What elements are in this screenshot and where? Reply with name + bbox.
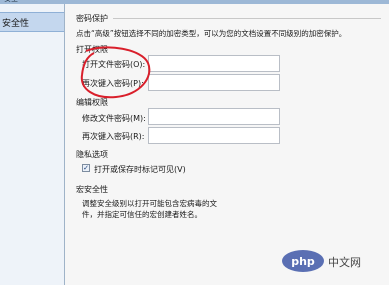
php-watermark: php 中文网 [281,249,375,273]
sidebar-item-security[interactable]: 安全性 [0,12,64,32]
edit-permission-header: 编辑权限 [76,98,108,107]
macro-security-header: 宏安全性 [76,185,108,194]
privacy-options-header: 隐私选项 [76,150,108,159]
watermark-text: 中文网 [328,256,361,269]
reenter-open-password-field[interactable] [148,74,280,91]
macro-security-description-line1: 调整安全级别以打开可能包含宏病毒的文 [82,199,217,208]
modify-password-field[interactable] [148,108,280,125]
reenter-open-password-label: 再次键入密码(P): [82,79,144,88]
open-password-field[interactable] [148,55,280,72]
macro-security-description-line2: 件，并指定可信任的宏创建者姓名。 [82,210,202,219]
mark-visible-checkbox[interactable]: ✓ [82,164,90,172]
modify-password-label: 修改文件密码(M): [82,114,146,123]
open-password-label: 打开文件密码(O): [82,60,146,69]
reenter-modify-password-field[interactable] [148,127,280,144]
checkmark-icon: ✓ [83,164,89,172]
php-logo-icon: php [282,250,324,272]
open-permission-header: 打开权限 [76,45,108,54]
settings-sidebar: 安全性 [0,4,65,285]
svg-text:php: php [291,255,315,268]
reenter-modify-password-label: 再次键入密码(R): [82,132,145,141]
sidebar-item-label: 安全性 [2,19,30,29]
mark-visible-label: 打开或保存时标记可见(V) [94,165,186,174]
section-divider [113,18,381,19]
password-protection-description: 点击“高级”按钮选择不同的加密类型，可以为您的文档设置不同级别的加密保护。 [76,29,347,38]
security-settings-panel [65,4,389,285]
password-protection-header: 密码保护 [76,14,108,23]
